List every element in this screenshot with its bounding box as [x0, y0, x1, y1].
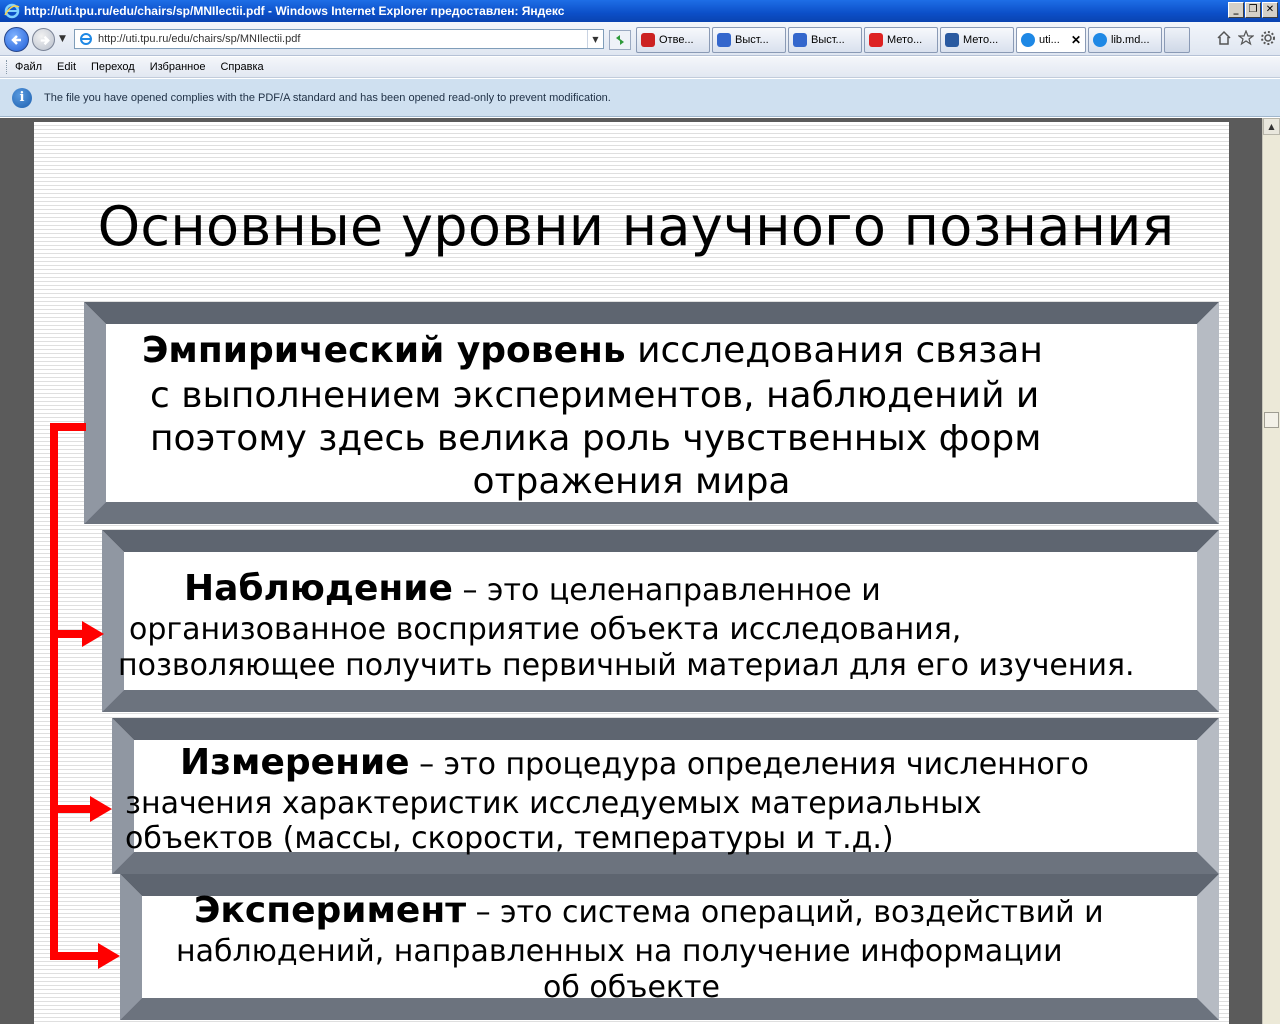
restore-button[interactable]: ❐	[1245, 2, 1261, 18]
menu-file[interactable]: Файл	[15, 61, 42, 73]
yandex-icon	[869, 33, 883, 47]
ie-page-icon	[80, 33, 92, 45]
observation-line-1: Наблюдение – это целенаправленное и	[184, 568, 881, 609]
experiment-line-2: наблюдений, направленных на получение ин…	[176, 934, 1063, 969]
measurement-line-2: значения характеристик исследуемых матер…	[125, 786, 982, 821]
address-bar[interactable]: http://uti.tpu.ru/edu/chairs/sp/MNIlecti…	[74, 29, 604, 49]
scroll-up-button[interactable]: ▲	[1263, 118, 1280, 135]
empirical-line-2: с выполнением экспериментов, наблюдений …	[150, 375, 1040, 416]
menu-grip	[6, 60, 9, 74]
window-titlebar: http://uti.tpu.ru/edu/chairs/sp/MNIlecti…	[0, 0, 1280, 22]
mail-icon	[793, 33, 807, 47]
tab-close-icon[interactable]: ✕	[1071, 33, 1081, 47]
connector-arrow-1-shaft	[50, 630, 86, 638]
tab-5-active[interactable]: uti... ✕	[1016, 27, 1086, 53]
observation-line-2: организованное восприятие объекта исслед…	[129, 612, 962, 647]
empirical-line-3: поэтому здесь велика роль чувственных фо…	[150, 418, 1042, 459]
tab-6[interactable]: lib.md...	[1088, 27, 1162, 53]
favorites-star-icon[interactable]	[1238, 30, 1254, 46]
back-button[interactable]	[4, 27, 29, 52]
ie-icon	[1021, 33, 1035, 47]
ie-icon	[1093, 33, 1107, 47]
tab-3[interactable]: Мето...	[864, 27, 938, 53]
empirical-term: Эмпирический уровень	[142, 330, 626, 371]
menu-bar: Файл Edit Переход Избранное Справка	[0, 57, 1280, 78]
menu-favorites[interactable]: Избранное	[150, 61, 206, 73]
measurement-line-1: Измерение – это процедура определения чи…	[180, 742, 1089, 783]
menu-go[interactable]: Переход	[91, 61, 135, 73]
new-tab-button[interactable]	[1164, 27, 1190, 53]
connector-vertical	[50, 423, 58, 958]
connector-arrow-3-shaft	[50, 952, 102, 960]
empirical-line-4: отражения мира	[472, 461, 791, 502]
window-title: http://uti.tpu.ru/edu/chairs/sp/MNIlecti…	[24, 4, 565, 18]
site-icon	[945, 33, 959, 47]
navigation-bar: ▼ http://uti.tpu.ru/edu/chairs/sp/MNIlec…	[0, 22, 1280, 56]
experiment-line-1: Эксперимент – это система операций, возд…	[194, 890, 1104, 931]
pdf-viewer[interactable]: Основные уровни научного познания Эмпири…	[0, 118, 1262, 1024]
scroll-thumb[interactable]	[1264, 412, 1279, 428]
refresh-button[interactable]	[609, 30, 631, 50]
tab-0[interactable]: Отве...	[636, 27, 710, 53]
forward-button[interactable]	[32, 28, 55, 51]
slide-title: Основные уровни научного познания	[97, 195, 1175, 258]
pdf-page: Основные уровни научного познания Эмпири…	[34, 122, 1229, 1024]
connector-arrow-2-shaft	[50, 805, 94, 813]
menu-edit[interactable]: Edit	[57, 61, 76, 73]
mail-icon	[717, 33, 731, 47]
close-button[interactable]: ✕	[1262, 2, 1278, 18]
history-dropdown-icon[interactable]: ▼	[59, 34, 66, 44]
info-icon: i	[12, 87, 32, 108]
home-icon[interactable]	[1216, 30, 1232, 46]
answers-icon	[641, 33, 655, 47]
measurement-term: Измерение	[180, 742, 410, 783]
back-arrow-icon	[11, 35, 21, 45]
vertical-scrollbar[interactable]: ▲	[1262, 118, 1280, 1024]
observation-term: Наблюдение	[184, 568, 453, 609]
measurement-line-3: объектов (массы, скорости, температуры и…	[125, 821, 894, 856]
toolbar-icons	[1216, 30, 1276, 46]
empirical-line-1: Эмпирический уровень исследования связан	[142, 330, 1043, 371]
minimize-button[interactable]: _	[1228, 2, 1244, 18]
arrowhead-experiment	[98, 943, 120, 969]
arrowhead-measurement	[90, 796, 112, 822]
forward-arrow-icon	[40, 35, 50, 46]
window-controls: _ ❐ ✕	[1228, 2, 1278, 18]
tab-1[interactable]: Выст...	[712, 27, 786, 53]
observation-line-3: позволяющее получить первичный материал …	[118, 648, 1135, 683]
address-dropdown-icon[interactable]: ▼	[587, 30, 603, 48]
pdf-info-bar: i The file you have opened complies with…	[0, 79, 1280, 117]
tab-2[interactable]: Выст...	[788, 27, 862, 53]
experiment-term: Эксперимент	[194, 890, 467, 931]
tab-strip: Отве... Выст... Выст... Мето... Мето... …	[636, 27, 1190, 53]
address-input[interactable]: http://uti.tpu.ru/edu/chairs/sp/MNIlecti…	[98, 33, 587, 45]
experiment-line-3: об объекте	[543, 970, 720, 1005]
arrowhead-observation	[82, 621, 104, 647]
tools-gear-icon[interactable]	[1260, 30, 1276, 46]
ie-logo-icon	[4, 3, 20, 19]
info-message: The file you have opened complies with t…	[44, 91, 611, 104]
menu-help[interactable]: Справка	[220, 61, 263, 73]
refresh-icon	[616, 35, 624, 45]
tab-4[interactable]: Мето...	[940, 27, 1014, 53]
